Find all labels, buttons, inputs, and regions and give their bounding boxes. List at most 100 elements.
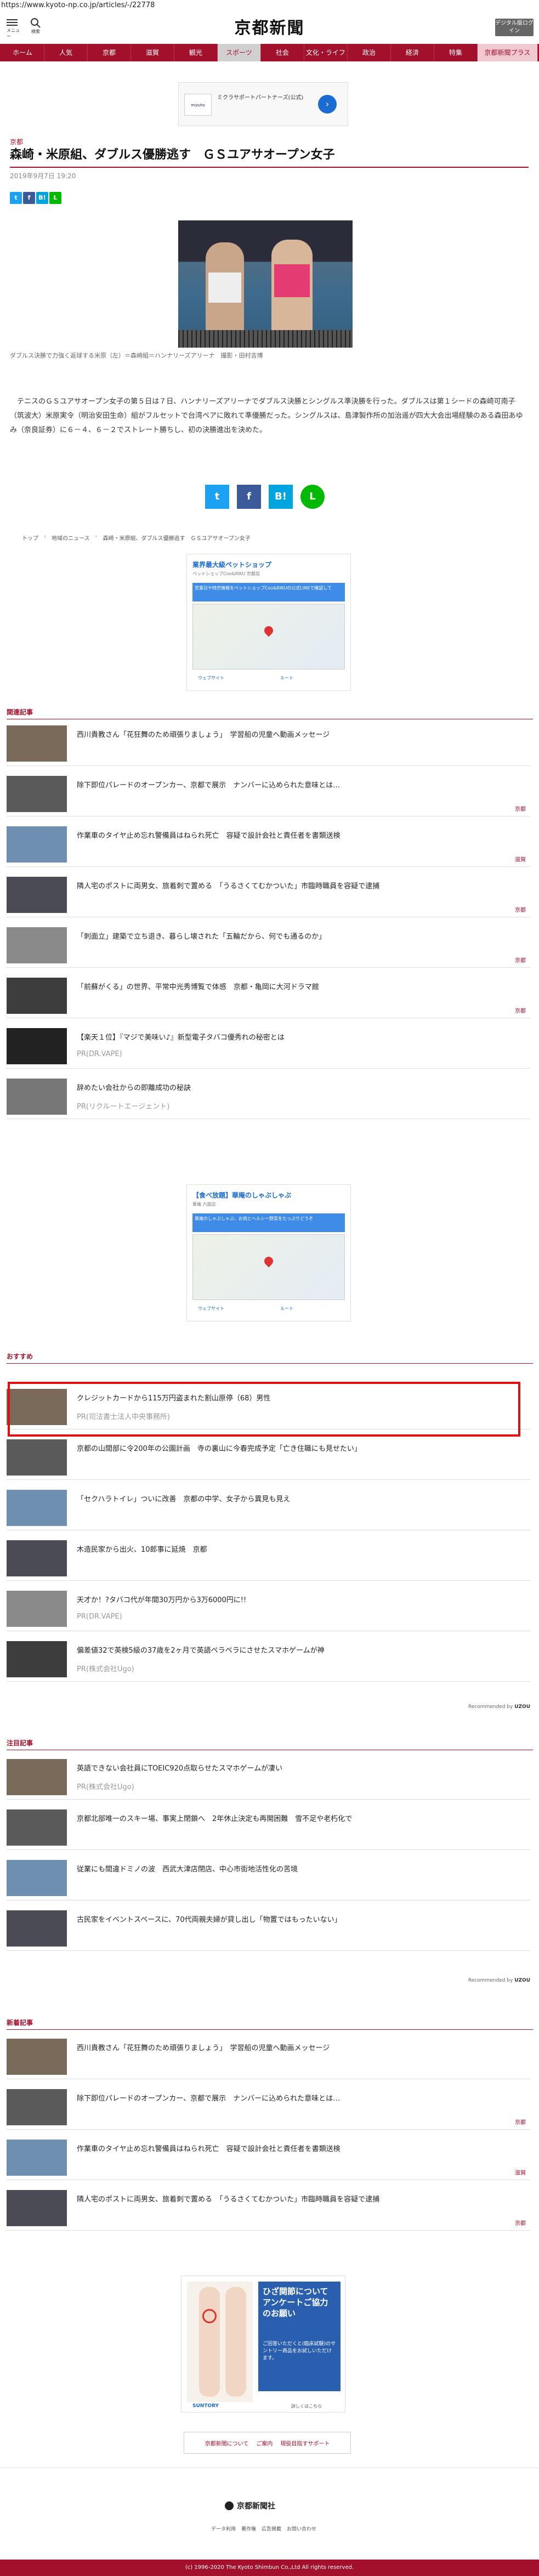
url-bar[interactable]: https://www.kyoto-np.co.jp/articles/-/22… [0, 0, 539, 12]
footer-nav-item[interactable]: お問い合わせ [287, 2525, 316, 2532]
list-item[interactable]: 京都の山間部に令200年の公園計画 寺の裏山に今春完成予定「亡き住職にも見せたい… [7, 1435, 530, 1480]
line-share-icon[interactable]: L [300, 485, 325, 509]
ad-route-link[interactable]: ルート [280, 675, 293, 681]
facebook-share-icon[interactable]: f [237, 485, 261, 509]
nav-item[interactable]: 社会 [261, 44, 304, 61]
list-item[interactable]: 古民家をイベントスペースに、70代両親夫婦が貸し出し「物置ではもったいない」 [7, 1906, 530, 1951]
list-item[interactable]: 偏差値32で英検5級の37歳を2ヶ月で英語ペラペラにさせたスマホゲームが神 PR(… [7, 1637, 530, 1682]
digital-login-button[interactable]: デジタル版ログイン [495, 19, 534, 36]
list-item-category[interactable]: 京都 [515, 956, 526, 964]
nav-item[interactable]: 滋賀 [131, 44, 174, 61]
article-photo[interactable] [178, 220, 353, 348]
thumbnail[interactable] [7, 1079, 67, 1115]
list-item-category[interactable]: 滋賀 [515, 855, 526, 863]
thumbnail[interactable] [7, 1641, 67, 1677]
thumbnail[interactable] [7, 1759, 67, 1795]
list-item-title[interactable]: 京都の山間部に令200年の公園計画 寺の裏山に今春完成予定「亡き住職にも見せたい… [77, 1443, 521, 1453]
twitter-share-icon[interactable]: t [10, 192, 22, 204]
thumbnail[interactable] [7, 877, 67, 913]
ad-map[interactable] [192, 604, 345, 669]
thumbnail[interactable] [7, 927, 67, 963]
nav-item[interactable]: 観光 [174, 44, 218, 61]
map-ad-restaurant[interactable]: 【食べ放題】華庵のしゃぶしゃぶ 華庵 六面店 華庵のしゃぶしゃぶ、お肉とヘルシー… [186, 1184, 351, 1321]
list-item[interactable]: 隣人宅のポストに両男女、旅着刺で置める 「うるさくてむかついた」市臨時職員を容疑… [7, 872, 530, 917]
uzou-logo[interactable]: UZOU [514, 1978, 530, 1983]
list-item[interactable]: 隣人宅のポストに両男女、旅着刺で置める 「うるさくてむかついた」市臨時職員を容疑… [7, 2186, 530, 2231]
list-item[interactable]: 作業車のタイヤ止め忘れ警備員はねられ死亡 容疑で設計会社と責任者を書類送検 滋賀 [7, 2135, 530, 2180]
thumbnail[interactable] [7, 1028, 67, 1064]
list-item[interactable]: 辞めたい会社からの即離成功の秘訣 PR(リクルートエージェント) [7, 1074, 530, 1119]
site-logo[interactable]: 京都新聞 [208, 18, 331, 39]
search-button[interactable]: 検索 [27, 18, 44, 38]
list-item-category[interactable]: 京都 [515, 2218, 526, 2227]
top-ad-banner[interactable]: mizuho ミクラサポートパートナーズ(公式) › [178, 82, 348, 126]
list-item-title[interactable]: 木造民家から出火、10郎事に延焼 京都 [77, 1544, 521, 1554]
list-item[interactable]: 除下即位パレードのオープンカー、京都で展示 ナンバーに込められた意味とは… 京都 [7, 771, 530, 816]
list-item-title[interactable]: 辞めたい会社からの即離成功の秘訣 [77, 1082, 521, 1092]
footer-nav-item[interactable]: データ利用 [211, 2525, 236, 2532]
thumbnail[interactable] [7, 1439, 67, 1476]
list-item[interactable]: 天才か！?タバコ代が年間30万円から3万6000円に!! PR(DR.VAPE) [7, 1586, 530, 1631]
list-item[interactable]: 「刺面立」建築で立ち退き、暮らし壊された「五輪だから、何でも通るのか」京都 [7, 923, 530, 968]
ad-website-link[interactable]: ウェブサイト [198, 675, 224, 681]
map-ad-petshop[interactable]: 業界最大級ペットショップ ペットショップCoo&RIKU 京都店 営業日や特売情… [186, 554, 351, 691]
nav-item[interactable]: スポーツ [217, 44, 261, 61]
list-item[interactable]: 木造民家から出火、10郎事に延焼 京都 [7, 1536, 530, 1581]
thumbnail[interactable] [7, 1809, 67, 1846]
list-item-title[interactable]: 除下即位パレードのオープンカー、京都で展示 ナンバーに込められた意味とは… [77, 2092, 521, 2103]
ad-route-link[interactable]: ルート [280, 1306, 293, 1312]
thumbnail[interactable] [7, 826, 67, 863]
list-item-category[interactable]: 京都 [515, 804, 526, 813]
thumbnail[interactable] [7, 2039, 67, 2075]
list-item[interactable]: 「前蘇がくる」の世界、平常中光秀博覧で体感 京都・亀岡に大河ドラマ館 京都 [7, 973, 530, 1018]
nav-item[interactable]: 文化・ライフ [304, 44, 348, 61]
list-item-title[interactable]: 除下即位パレードのオープンカー、京都で展示 ナンバーに込められた意味とは… [77, 779, 521, 790]
list-item-title[interactable]: 古民家をイベントスペースに、70代両親夫婦が貸し出し「物置ではもったいない」 [77, 1914, 521, 1924]
list-item-title[interactable]: 京都北部唯一のスキー場、事実上閉鎖へ 2年休止決定も再開困難 雪不足や老朽化で [77, 1813, 521, 1823]
list-item[interactable]: 西川貴教さん「花狂舞のため頑張りましょう」 学習船の児童へ動画メッセージ [7, 2034, 530, 2079]
list-item-title[interactable]: 従業にも間違ドミノの波 西武大津店閉店、中心市街地活性化の苦境 [77, 1863, 521, 1874]
nav-item[interactable]: 政治 [348, 44, 391, 61]
suntory-ad[interactable]: ひざ関節についてアンケートご協力のお願い ご回答いただくと(臨床試験)のサントリ… [181, 2276, 345, 2413]
nav-item[interactable]: ホーム [1, 44, 44, 61]
ad-map[interactable] [192, 1234, 345, 1300]
list-item-title[interactable]: 西川貴教さん「花狂舞のため頑張りましょう」 学習船の児童へ動画メッセージ [77, 729, 521, 739]
list-item[interactable]: 「セクハラトイレ」ついに改善 京都の中学、女子から異見も見え [7, 1485, 530, 1530]
ad-more-link[interactable]: 詳しくはこちら [291, 2403, 322, 2409]
list-item-title[interactable]: 天才か！?タバコ代が年間30万円から3万6000円に!! [77, 1594, 521, 1604]
list-item-title[interactable]: 英語できない会社員にTOEIC920点取らせたスマホゲームが凄い [77, 1762, 521, 1773]
list-item-title[interactable]: 「セクハラトイレ」ついに改善 京都の中学、女子から異見も見え [77, 1493, 521, 1503]
nav-item[interactable]: 人気 [44, 44, 88, 61]
list-item[interactable]: 【楽天１位】『マジで美味い♪』新型電子タバコ優秀れの秘密とは PR(DR.VAPE… [7, 1024, 530, 1069]
footer-nav-item[interactable]: 著作権 [241, 2525, 256, 2532]
thumbnail[interactable] [7, 1490, 67, 1526]
list-item-title[interactable]: 隣人宅のポストに両男女、旅着刺で置める 「うるさくてむかついた」市臨時職員を容疑… [77, 2193, 521, 2204]
list-item[interactable]: 西川貴教さん「花狂舞のため頑張りましょう」 学習船の児童へ動画メッセージ [7, 721, 530, 766]
breadcrumb-item[interactable]: 地域のニュース [52, 534, 90, 542]
menu-button[interactable]: メニュー [7, 18, 20, 39]
footer-link[interactable]: 現役目指すサポート [280, 2439, 330, 2447]
thumbnail[interactable] [7, 2089, 67, 2125]
list-item-title[interactable]: 作業車のタイヤ止め忘れ警備員はねられ死亡 容疑で設計会社と責任者を書類送検 [77, 830, 521, 840]
list-item-title[interactable]: 【楽天１位】『マジで美味い♪』新型電子タバコ優秀れの秘密とは [77, 1031, 521, 1042]
nav-item[interactable]: 経済 [391, 44, 434, 61]
nav-item[interactable]: 京都新聞プラス [477, 44, 538, 61]
list-item-category[interactable]: 京都 [515, 2118, 526, 2126]
hatena-share-icon[interactable]: B! [269, 485, 293, 509]
line-share-icon[interactable]: L [49, 192, 61, 204]
nav-item[interactable]: 京都 [88, 44, 131, 61]
nav-item[interactable]: 特集 [434, 44, 478, 61]
list-item-title[interactable]: 作業車のタイヤ止め忘れ警備員はねられ死亡 容疑で設計会社と責任者を書類送検 [77, 2143, 521, 2153]
article-category[interactable]: 京都 [10, 137, 23, 146]
footer-link[interactable]: ご案内 [256, 2439, 273, 2447]
twitter-share-icon[interactable]: t [205, 485, 229, 509]
thumbnail[interactable] [7, 1860, 67, 1896]
list-item-title[interactable]: 「前蘇がくる」の世界、平常中光秀博覧で体感 京都・亀岡に大河ドラマ館 [77, 981, 521, 991]
list-item-title[interactable]: 偏差値32で英検5級の37歳を2ヶ月で英語ペラペラにさせたスマホゲームが神 [77, 1644, 521, 1655]
list-item-title[interactable]: 「刺面立」建築で立ち退き、暮らし壊された「五輪だから、何でも通るのか」 [77, 930, 521, 941]
list-item[interactable]: 従業にも間違ドミノの波 西武大津店閉店、中心市街地活性化の苦境 [7, 1856, 530, 1900]
ad-website-link[interactable]: ウェブサイト [198, 1306, 224, 1312]
footer-nav-item[interactable]: 広告掲載 [262, 2525, 281, 2532]
thumbnail[interactable] [7, 725, 67, 762]
list-item[interactable]: 京都北部唯一のスキー場、事実上閉鎖へ 2年休止決定も再開困難 雪不足や老朽化で [7, 1805, 530, 1850]
